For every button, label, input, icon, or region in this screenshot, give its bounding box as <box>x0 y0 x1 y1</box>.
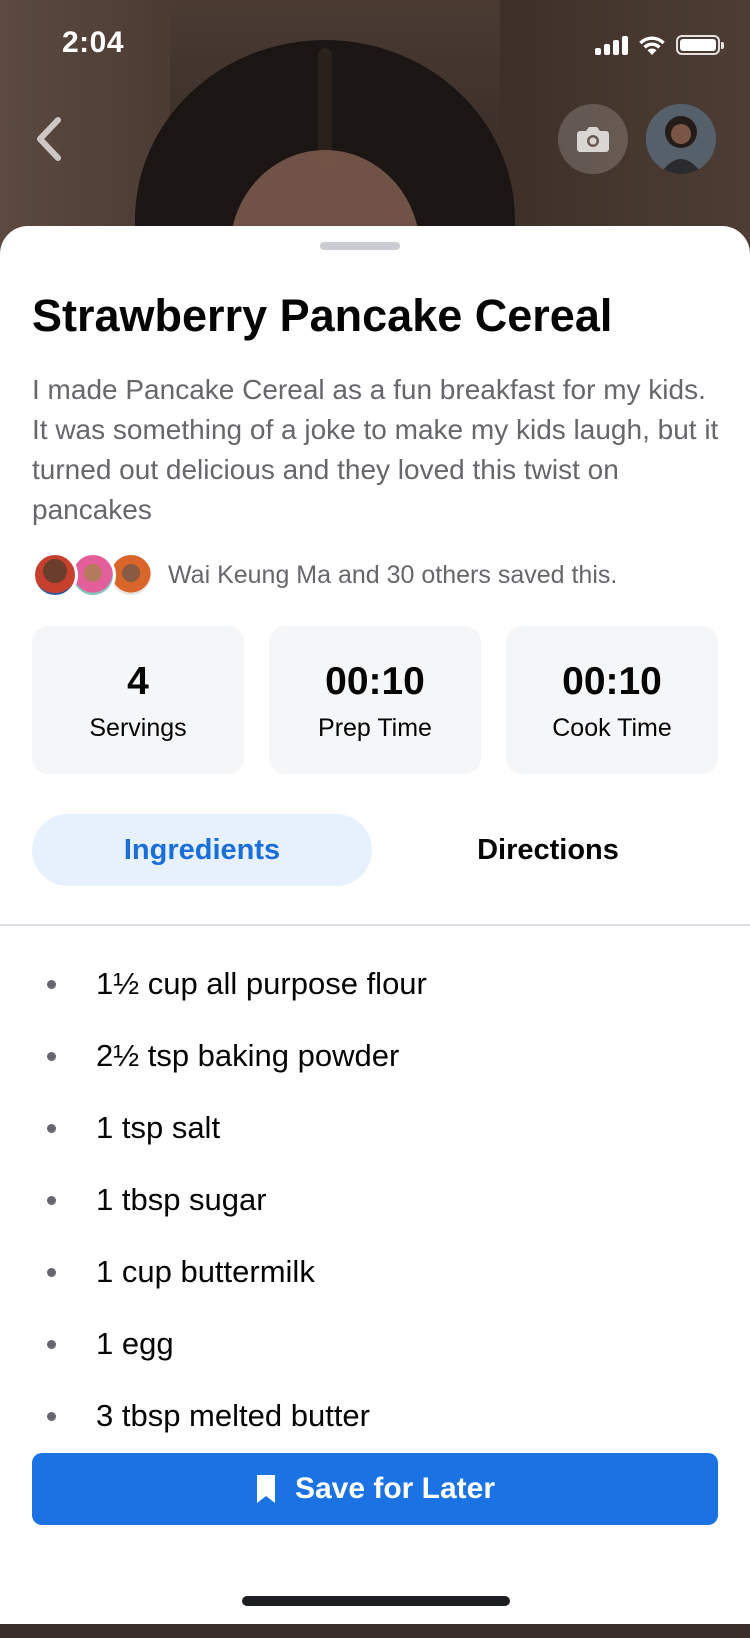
ingredient-text: 1 tbsp sugar <box>96 1182 267 1217</box>
list-item: 3 tbsp melted butter <box>0 1380 750 1452</box>
bookmark-icon <box>256 1475 275 1503</box>
wifi-icon <box>639 36 665 55</box>
list-item: 1½ cup all purpose flour <box>0 948 750 1020</box>
save-for-later-button[interactable]: Save for Later <box>32 1453 718 1525</box>
list-item: 1 egg <box>0 1308 750 1380</box>
save-button-label: Save for Later <box>294 1472 496 1505</box>
bullet <box>47 1123 56 1133</box>
bullet <box>47 1267 56 1277</box>
home-indicator[interactable] <box>242 1596 510 1606</box>
list-item: 1 tsp salt <box>0 1092 750 1164</box>
divider <box>0 924 750 926</box>
tab-directions[interactable]: Directions <box>378 814 718 886</box>
ingredient-text: 1 tsp salt <box>96 1110 221 1145</box>
status-time: 2:04 <box>62 26 125 59</box>
signal-icon <box>595 35 628 55</box>
ingredient-text: 3 tbsp melted butter <box>96 1398 370 1433</box>
bullet <box>47 1051 56 1061</box>
bullet <box>47 979 56 989</box>
recipe-description: I made Pancake Cereal as a fun breakfast… <box>32 374 719 525</box>
saved-by-row[interactable]: Wai Keung Ma and 30 others saved this. <box>32 552 617 598</box>
stat-cook-time: 00:10 Cook Time <box>506 626 718 774</box>
bullet <box>47 1195 56 1205</box>
bullet <box>47 1339 56 1349</box>
status-bar: 2:04 <box>0 0 750 90</box>
stat-prep-time: 00:10 Prep Time <box>269 626 481 774</box>
stat-servings: 4 Servings <box>32 626 244 774</box>
recipe-sheet: Strawberry Pancake Cereal I made Pancake… <box>0 226 750 1624</box>
stat-value: 4 <box>127 660 149 703</box>
sheet-grabber[interactable] <box>320 242 400 250</box>
list-item: 1 tbsp sugar <box>0 1164 750 1236</box>
stat-value: 00:10 <box>325 660 425 703</box>
stat-label: Servings <box>89 714 187 742</box>
stat-label: Prep Time <box>318 714 432 742</box>
stat-label: Cook Time <box>552 714 672 742</box>
bullet <box>47 1411 56 1421</box>
ingredients-list[interactable]: 1½ cup all purpose flour 2½ tsp baking p… <box>0 948 750 1638</box>
camera-button[interactable] <box>558 104 628 174</box>
chevron-left-icon <box>37 117 61 161</box>
tab-ingredients[interactable]: Ingredients <box>32 814 372 886</box>
battery-icon <box>676 35 724 55</box>
ingredient-text: 2½ tsp baking powder <box>96 1038 400 1073</box>
saver-avatar <box>32 552 78 598</box>
list-item: 1 cup buttermilk <box>0 1236 750 1308</box>
ingredient-text: 1 egg <box>96 1326 174 1361</box>
recipe-tabs: Ingredients Directions <box>32 814 718 886</box>
stat-value: 00:10 <box>562 660 662 703</box>
profile-avatar[interactable] <box>646 104 716 174</box>
saved-by-text: Wai Keung Ma and 30 others saved this. <box>168 560 618 589</box>
camera-icon <box>577 127 609 152</box>
recipe-title: Strawberry Pancake Cereal <box>32 290 613 341</box>
ingredient-text: 1 cup buttermilk <box>96 1254 315 1289</box>
recipe-stats: 4 Servings 00:10 Prep Time 00:10 Cook Ti… <box>32 626 718 774</box>
ingredient-text: 1½ cup all purpose flour <box>96 966 427 1001</box>
list-item: 2½ tsp baking powder <box>0 1020 750 1092</box>
avatar-photo <box>646 104 716 174</box>
back-button[interactable] <box>28 112 72 166</box>
